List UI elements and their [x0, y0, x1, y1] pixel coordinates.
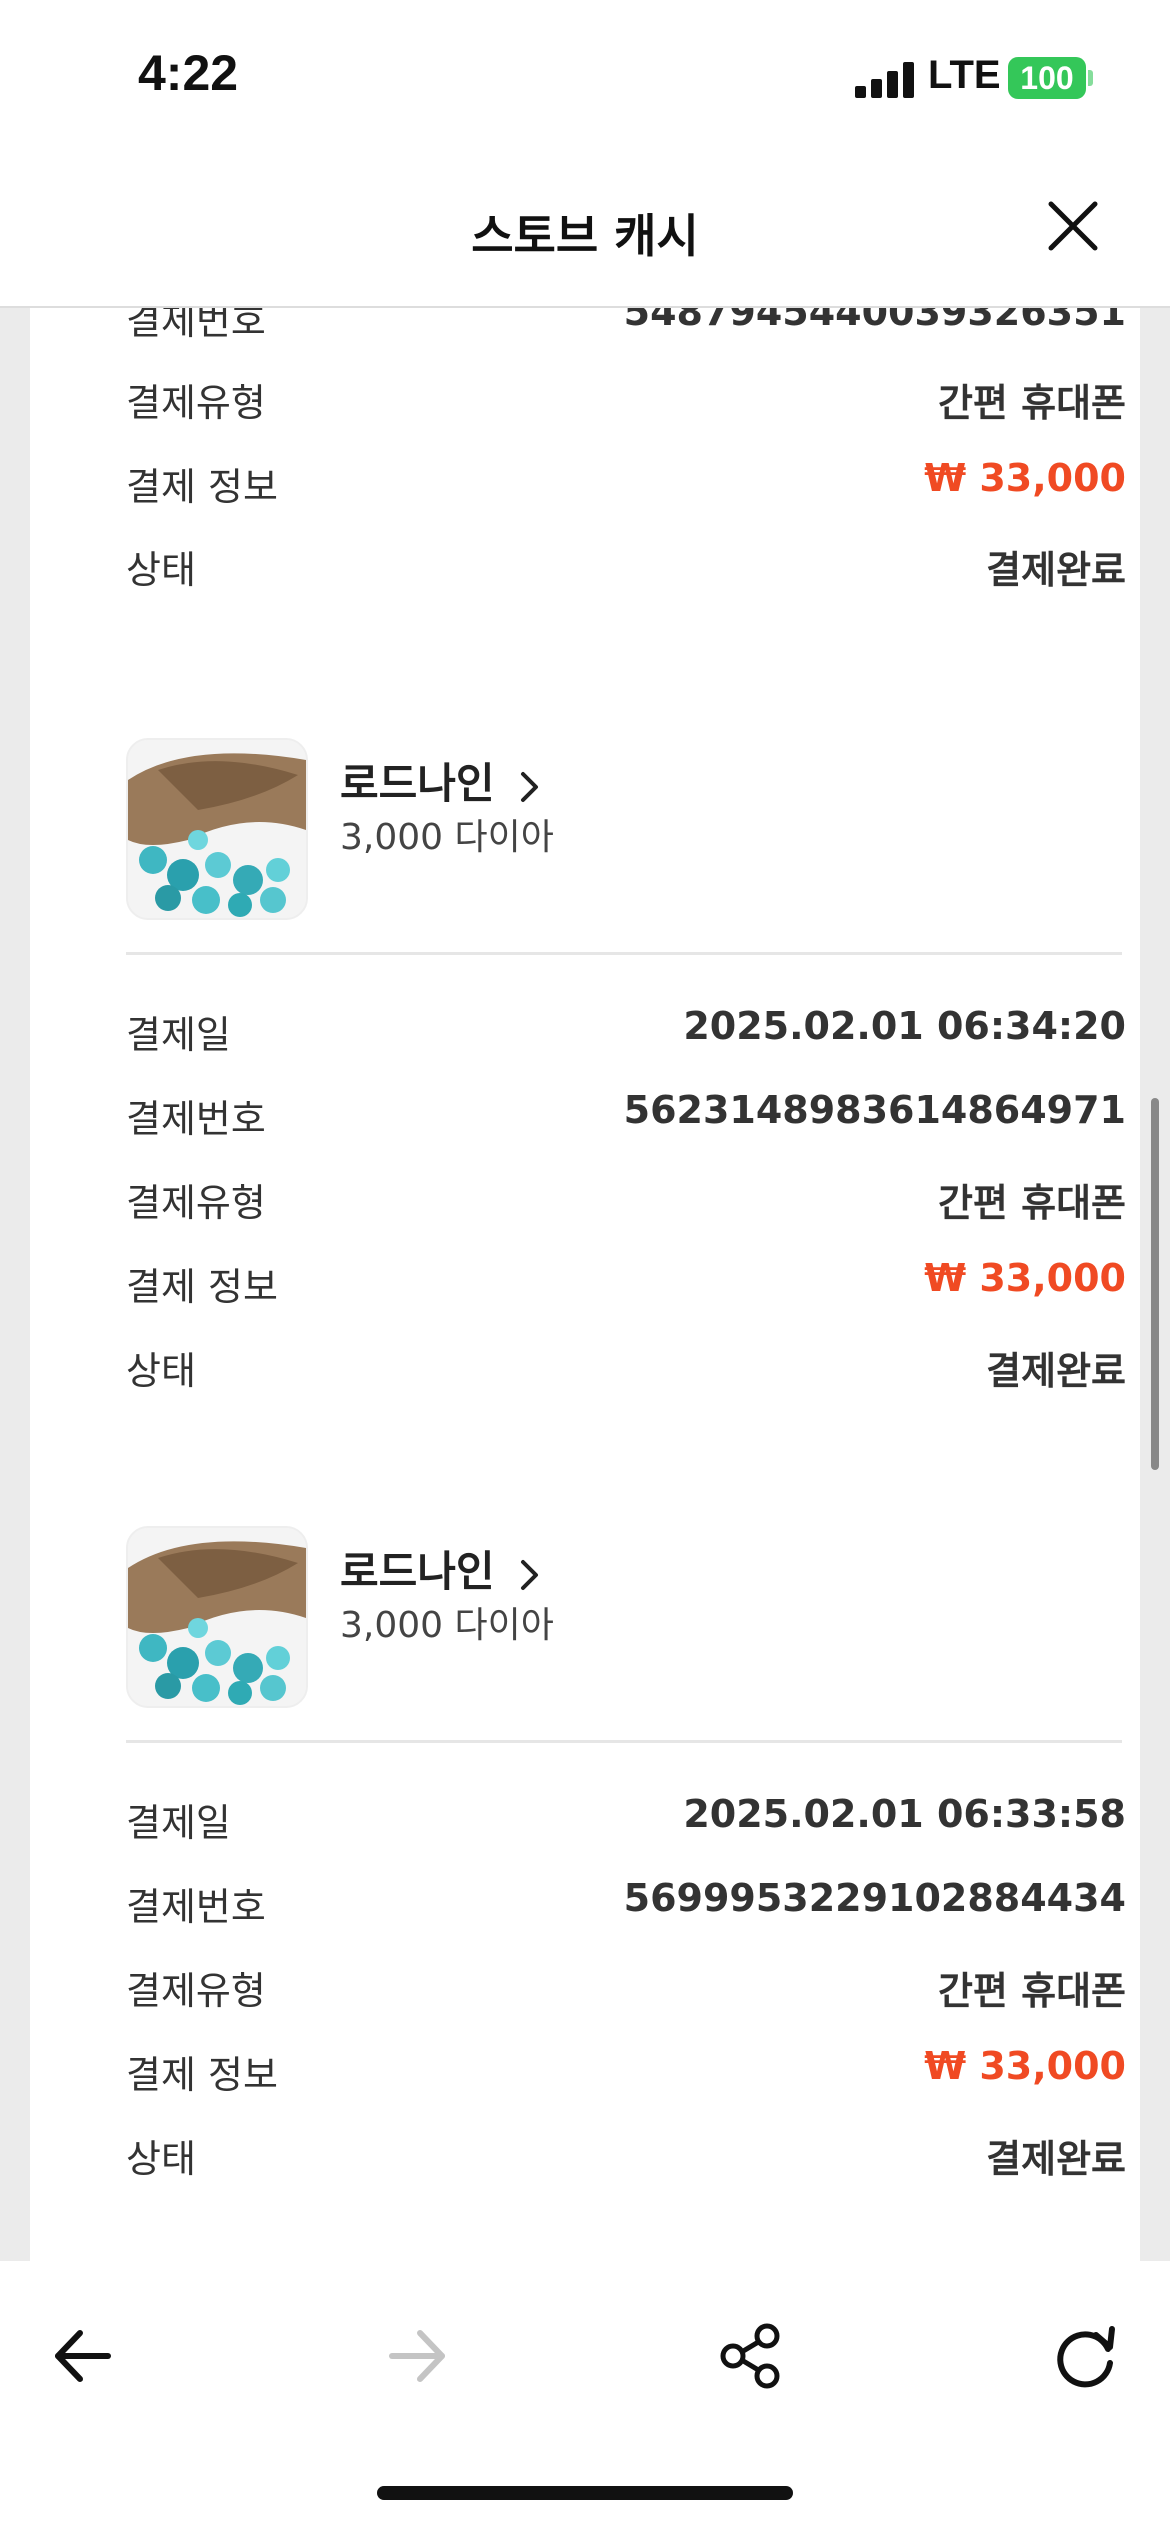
status-time: 4:22 — [138, 45, 239, 101]
payment-date-value: 2025.02.01 06:34:20 — [683, 1004, 1126, 1048]
scrollbar[interactable] — [1151, 1098, 1159, 1470]
chevron-right-icon — [521, 771, 539, 802]
payment-number-row: 결제번호 5699953229102884434 — [126, 1868, 1126, 1929]
product-name-link[interactable]: 로드나인 — [340, 1538, 543, 1599]
product-header[interactable]: 로드나인 3,000 다이아 — [126, 1526, 1126, 1716]
payment-status-row: 상태 결제완료 — [126, 531, 1126, 592]
signal-icon — [855, 62, 917, 98]
payment-info-row: 결제 정보 ₩ 33,000 — [126, 1248, 1126, 1309]
product-name-link[interactable]: 로드나인 — [340, 750, 543, 811]
forward-button[interactable] — [372, 2311, 462, 2401]
payment-number-value: 5487945440039326351 — [623, 306, 1126, 334]
battery-tip — [1088, 70, 1093, 86]
payment-status-row: 상태 결제완료 — [126, 2120, 1126, 2181]
payment-status-label: 상태 — [126, 548, 196, 592]
payment-status-label: 상태 — [126, 1349, 196, 1393]
product-quantity: 3,000 다이아 — [340, 817, 554, 858]
nav-header: 스토브 캐시 — [0, 160, 1170, 308]
reload-icon — [1057, 2326, 1115, 2388]
network-label: LTE — [928, 53, 1001, 97]
payment-status-value: 결제완료 — [986, 1349, 1126, 1393]
payment-amount-value: ₩ 33,000 — [924, 456, 1126, 500]
payment-number-label: 결제번호 — [126, 306, 266, 343]
payment-info-row: 결제 정보 ₩ 33,000 — [126, 2036, 1126, 2097]
payment-amount-value: ₩ 33,000 — [924, 1256, 1126, 1300]
payment-history-list[interactable]: 결제번호 5487945440039326351 결제유형 간편 휴대폰 결제 … — [30, 306, 1140, 2261]
product-header[interactable]: 로드나인 3,000 다이아 — [126, 738, 1126, 928]
payment-info-label: 결제 정보 — [126, 2053, 278, 2097]
payment-type-label: 결제유형 — [126, 1181, 266, 1225]
back-button[interactable] — [38, 2311, 128, 2401]
page-title: 스토브 캐시 — [471, 209, 699, 263]
home-indicator[interactable] — [377, 2486, 793, 2500]
product-name: 로드나인 — [340, 1547, 495, 1596]
share-button[interactable] — [705, 2311, 795, 2401]
forward-arrow-icon — [389, 2330, 445, 2382]
divider — [126, 952, 1122, 955]
payment-status-label: 상태 — [126, 2137, 196, 2181]
battery-icon: 100 — [1008, 57, 1086, 99]
payment-number-label: 결제번호 — [126, 1097, 266, 1141]
payment-info-row: 결제 정보 ₩ 33,000 — [126, 448, 1126, 509]
payment-type-value: 간편 휴대폰 — [937, 381, 1126, 425]
product-quantity: 3,000 다이아 — [340, 1605, 554, 1646]
payment-type-value: 간편 휴대폰 — [937, 1969, 1126, 2013]
payment-number-value: 5623148983614864971 — [623, 1088, 1126, 1132]
payment-type-value: 간편 휴대폰 — [937, 1181, 1126, 1225]
product-thumbnail — [126, 1526, 308, 1708]
chevron-right-icon — [521, 1559, 539, 1590]
product-name: 로드나인 — [340, 759, 495, 808]
payment-info-label: 결제 정보 — [126, 465, 278, 509]
payment-number-value: 5699953229102884434 — [623, 1876, 1126, 1920]
payment-amount-value: ₩ 33,000 — [924, 2044, 1126, 2088]
payment-status-value: 결제완료 — [986, 548, 1126, 592]
payment-date-row: 결제일 2025.02.01 06:33:58 — [126, 1784, 1126, 1845]
payment-status-value: 결제완료 — [986, 2137, 1126, 2181]
payment-date-row: 결제일 2025.02.01 06:34:20 — [126, 996, 1126, 1057]
payment-info-label: 결제 정보 — [126, 1265, 278, 1309]
payment-type-row: 결제유형 간편 휴대폰 — [126, 364, 1126, 425]
back-arrow-icon — [55, 2330, 111, 2382]
payment-type-row: 결제유형 간편 휴대폰 — [126, 1164, 1126, 1225]
product-thumbnail — [126, 738, 308, 920]
divider — [126, 1740, 1122, 1743]
payment-number-label: 결제번호 — [126, 1885, 266, 1929]
payment-date-value: 2025.02.01 06:33:58 — [683, 1792, 1126, 1836]
payment-type-row: 결제유형 간편 휴대폰 — [126, 1952, 1126, 2013]
payment-date-label: 결제일 — [126, 1013, 231, 1057]
payment-type-label: 결제유형 — [126, 1969, 266, 2013]
reload-button[interactable] — [1040, 2311, 1130, 2401]
status-bar: 4:22 LTE 100 — [0, 0, 1170, 160]
payment-type-label: 결제유형 — [126, 381, 266, 425]
close-icon — [1048, 201, 1098, 251]
payment-date-label: 결제일 — [126, 1801, 231, 1845]
payment-number-row: 결제번호 5487945440039326351 — [126, 306, 1126, 343]
payment-status-row: 상태 결제완료 — [126, 1332, 1126, 1393]
payment-number-row: 결제번호 5623148983614864971 — [126, 1080, 1126, 1141]
close-button[interactable] — [1043, 196, 1103, 256]
share-icon — [720, 2323, 780, 2389]
